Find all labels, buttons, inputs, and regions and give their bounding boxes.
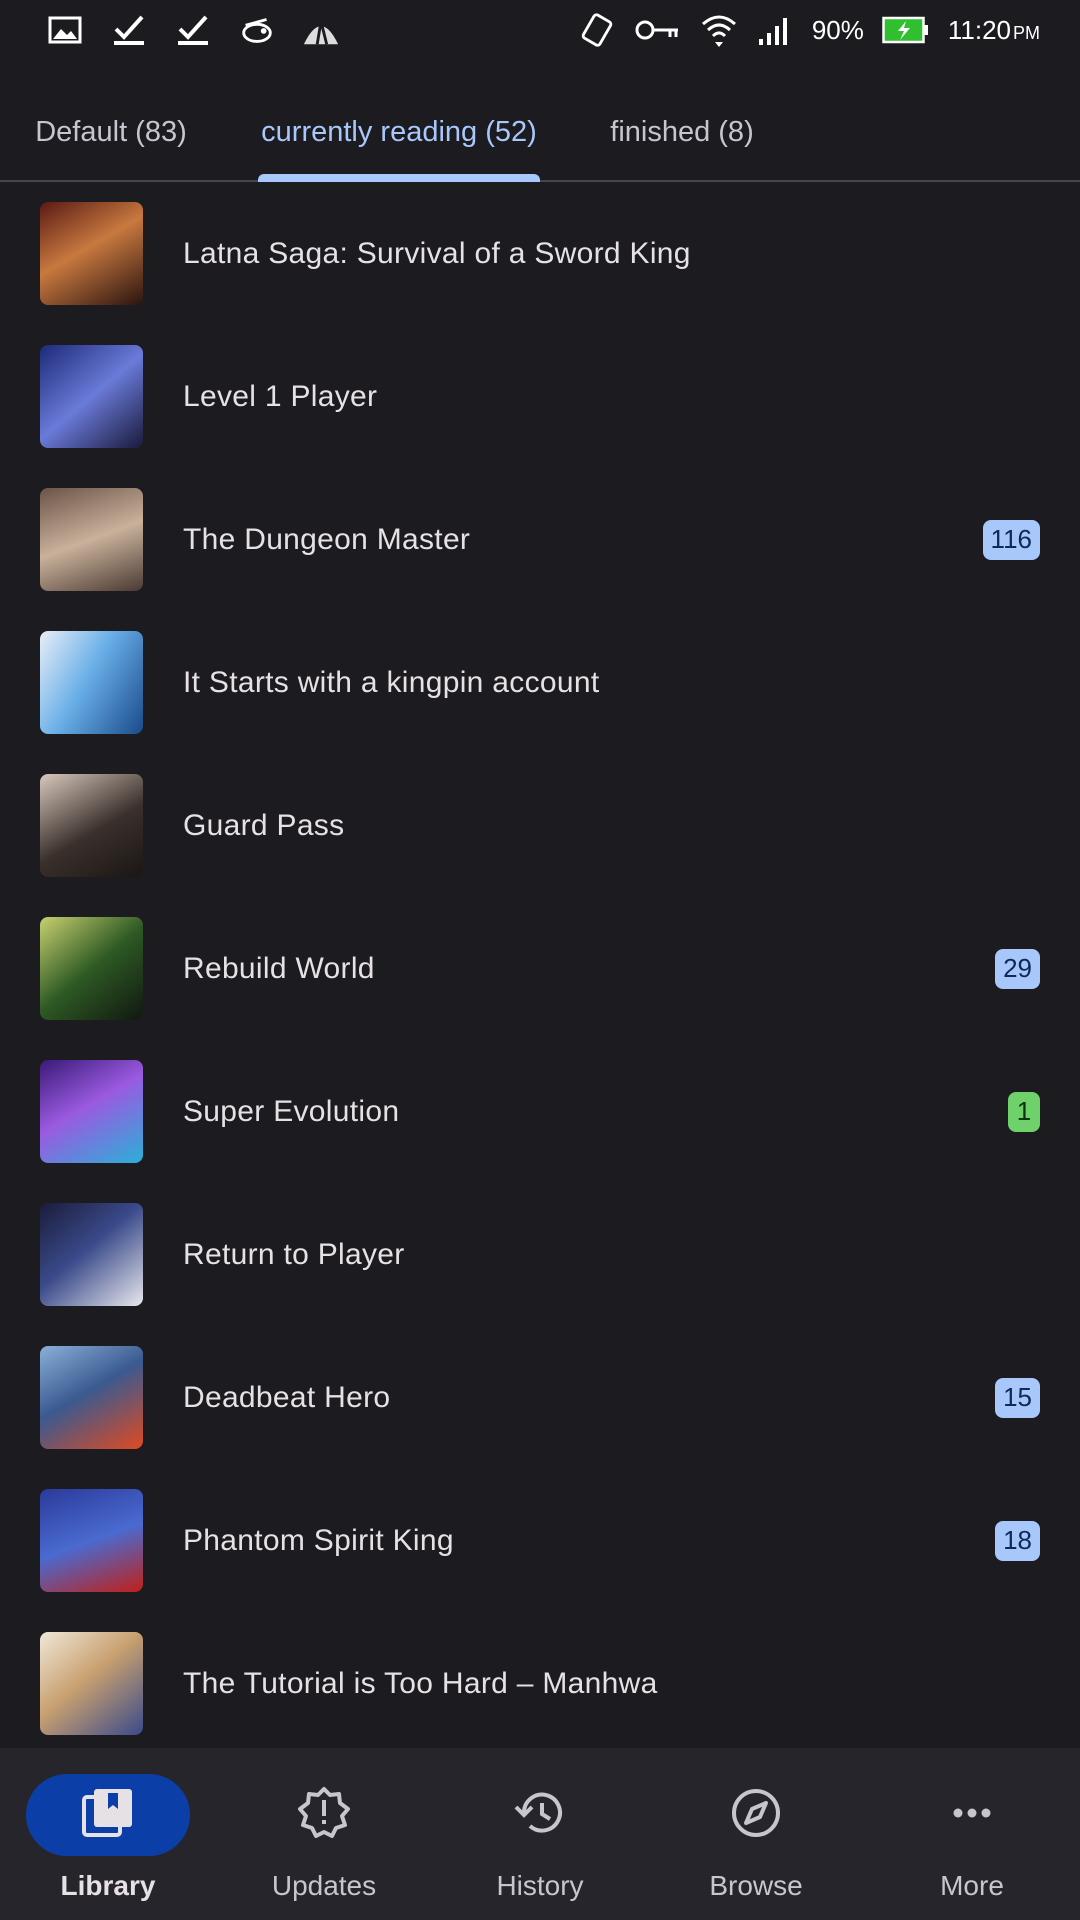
tab-default[interactable]: Default (83) (14, 84, 208, 180)
history-icon (512, 1785, 568, 1846)
unread-badge: 116 (982, 519, 1040, 560)
item-title: Deadbeat Hero (183, 1380, 391, 1414)
compass-icon (728, 1785, 784, 1846)
bottom-navigation: Library Updates History Browse More (0, 1748, 1080, 1920)
cover-thumbnail (40, 1489, 143, 1592)
cover-thumbnail (40, 202, 143, 305)
item-title: Rebuild World (183, 951, 375, 985)
list-item[interactable]: Latna Saga: Survival of a Sword King (0, 182, 1080, 325)
list-item[interactable]: Super Evolution 1 (0, 1040, 1080, 1183)
unread-badge: 18 (995, 1520, 1040, 1561)
list-item[interactable]: Guard Pass (0, 754, 1080, 897)
status-bar-left (46, 11, 340, 49)
check-icon (110, 11, 148, 49)
item-title: Guard Pass (183, 808, 345, 842)
item-title: The Dungeon Master (183, 522, 471, 556)
more-icon (944, 1785, 1000, 1846)
updates-icon (296, 1785, 352, 1846)
battery-percent: 90% (811, 14, 864, 45)
list-item[interactable]: Level 1 Player (0, 325, 1080, 468)
wifi-icon (700, 11, 738, 49)
nav-label: Updates (271, 1870, 377, 1901)
check-icon (174, 11, 212, 49)
tab-indicator (258, 174, 540, 182)
signal-icon (756, 11, 794, 49)
cover-thumbnail (40, 1632, 143, 1735)
nav-history[interactable]: History (432, 1748, 648, 1920)
nav-browse[interactable]: Browse (648, 1748, 864, 1920)
item-title: It Starts with a kingpin account (183, 665, 600, 699)
cover-thumbnail (40, 774, 143, 877)
nav-label: Browse (709, 1870, 803, 1901)
unread-badge: 1 (1008, 1091, 1040, 1132)
status-bar-right: 90% 11:20 PM (578, 11, 1040, 49)
list-item[interactable]: The Tutorial is Too Hard – Manhwa (0, 1612, 1080, 1755)
item-title: Latna Saga: Survival of a Sword King (183, 236, 691, 270)
category-tabs: Default (83) currently reading (52) fini… (0, 84, 1080, 182)
unread-badge: 15 (995, 1377, 1040, 1418)
tab-finished[interactable]: finished (8) (592, 84, 772, 180)
cover-thumbnail (40, 917, 143, 1020)
vibrate-icon (578, 11, 616, 49)
key-icon (634, 11, 682, 49)
bird-icon (238, 11, 276, 49)
list-item[interactable]: Phantom Spirit King 18 (0, 1469, 1080, 1612)
cover-thumbnail (40, 345, 143, 448)
nav-pill (890, 1774, 1054, 1856)
item-title: Level 1 Player (183, 379, 378, 413)
tab-currently-reading[interactable]: currently reading (52) (238, 84, 560, 180)
tab-label: currently reading (52) (261, 115, 537, 148)
nav-label: History (496, 1870, 584, 1901)
cover-thumbnail (40, 1203, 143, 1306)
unread-badge: 29 (995, 948, 1040, 989)
cover-thumbnail (40, 1060, 143, 1163)
image-icon (46, 11, 84, 49)
clock-ampm: PM (1013, 22, 1040, 43)
library-list: Latna Saga: Survival of a Sword King Lev… (0, 182, 1080, 1755)
clock: 11:20 PM (948, 15, 1040, 46)
battery-icon (882, 11, 930, 49)
item-title: Return to Player (183, 1237, 405, 1271)
list-item[interactable]: The Dungeon Master 116 (0, 468, 1080, 611)
cover-thumbnail (40, 631, 143, 734)
nav-updates[interactable]: Updates (216, 1748, 432, 1920)
library-icon (80, 1785, 136, 1846)
item-title: Phantom Spirit King (183, 1523, 454, 1557)
tab-label: finished (8) (610, 115, 754, 148)
list-item[interactable]: Rebuild World 29 (0, 897, 1080, 1040)
cover-thumbnail (40, 1346, 143, 1449)
status-bar: 90% 11:20 PM (0, 0, 1080, 60)
nav-library[interactable]: Library (0, 1748, 216, 1920)
nav-pill (242, 1774, 406, 1856)
item-title: Super Evolution (183, 1094, 400, 1128)
mountain-icon (302, 11, 340, 49)
clock-time: 11:20 (947, 14, 1011, 45)
cover-thumbnail (40, 488, 143, 591)
nav-pill (674, 1774, 838, 1856)
nav-more[interactable]: More (864, 1748, 1080, 1920)
list-item[interactable]: Return to Player (0, 1183, 1080, 1326)
nav-pill (26, 1774, 190, 1856)
nav-label: Library (60, 1870, 156, 1901)
tab-label: Default (83) (35, 115, 187, 148)
list-item[interactable]: Deadbeat Hero 15 (0, 1326, 1080, 1469)
nav-pill (458, 1774, 622, 1856)
list-item[interactable]: It Starts with a kingpin account (0, 611, 1080, 754)
item-title: The Tutorial is Too Hard – Manhwa (183, 1666, 658, 1700)
nav-label: More (940, 1870, 1004, 1901)
